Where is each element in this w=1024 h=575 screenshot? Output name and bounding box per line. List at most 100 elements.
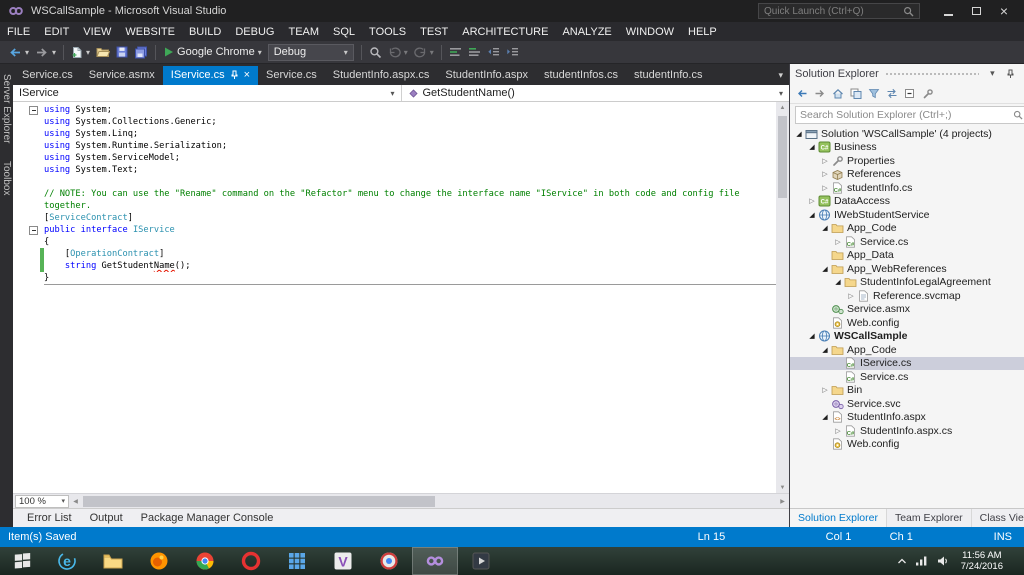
fold-collapse-icon[interactable] xyxy=(29,225,38,235)
redo-button[interactable]: ▾ xyxy=(411,44,437,60)
collapse-icon[interactable]: ◢ xyxy=(820,265,830,273)
code-editor[interactable]: using System; using System.Collections.Ge… xyxy=(13,102,776,493)
tree-item-studentinfo-cs[interactable]: ▷ C# studentInfo.cs xyxy=(790,181,1024,195)
menu-analyze[interactable]: ANALYZE xyxy=(555,24,618,40)
code-line-15[interactable]: } xyxy=(13,272,776,284)
menu-architecture[interactable]: ARCHITECTURE xyxy=(455,24,555,40)
tree-item-dataaccess[interactable]: ▷ C# DataAccess xyxy=(790,195,1024,209)
window-position-button[interactable]: ▾ xyxy=(985,67,999,81)
tree-item-web-config[interactable]: Web.config xyxy=(790,438,1024,452)
collapse-icon[interactable]: ◢ xyxy=(820,224,830,232)
close-icon[interactable]: × xyxy=(244,69,250,81)
home-button[interactable] xyxy=(832,88,844,99)
start-button[interactable] xyxy=(0,547,44,575)
tree-item-app-data[interactable]: App_Data xyxy=(790,249,1024,263)
tree-item-iservice-cs[interactable]: C# IService.cs xyxy=(790,356,1024,370)
code-line-16[interactable] xyxy=(13,284,776,296)
members-dropdown[interactable]: GetStudentName() ▾ xyxy=(402,85,790,101)
menu-help[interactable]: HELP xyxy=(681,24,724,40)
collapse-icon[interactable]: ◢ xyxy=(807,143,817,151)
code-line-8[interactable]: // NOTE: You can use the "Rename" comman… xyxy=(13,188,776,200)
taskbar-v-app-button[interactable]: V xyxy=(320,547,366,575)
scrollbar-thumb[interactable] xyxy=(83,496,435,507)
tree-item-service-asmx[interactable]: Service.asmx xyxy=(790,303,1024,317)
taskbar-visual-studio-button[interactable] xyxy=(412,547,458,575)
tree-item-studentinfolegalagreement[interactable]: ◢ StudentInfoLegalAgreement xyxy=(790,276,1024,290)
code-line-7[interactable] xyxy=(13,176,776,188)
panel-tab-class-view[interactable]: Class View xyxy=(972,509,1024,527)
open-file-button[interactable] xyxy=(93,44,113,60)
tool-tab-server-explorer[interactable]: Server Explorer xyxy=(1,74,12,143)
document-tab-studentinfos-cs[interactable]: studentInfos.cs xyxy=(536,66,626,85)
tree-item-service-cs[interactable]: C# Service.cs xyxy=(790,370,1024,384)
pending-filter-button[interactable] xyxy=(868,88,880,99)
code-line-5[interactable]: using System.ServiceModel; xyxy=(13,152,776,164)
taskbar-clock[interactable]: 11:56 AM 7/24/2016 xyxy=(957,550,1007,572)
code-line-12[interactable]: { xyxy=(13,236,776,248)
expand-icon[interactable]: ▷ xyxy=(820,170,830,178)
code-line-14[interactable]: string GetStudentName(); xyxy=(13,260,776,272)
back-button[interactable] xyxy=(796,88,808,99)
expand-icon[interactable]: ▷ xyxy=(846,292,856,300)
tree-item-reference-svcmap[interactable]: ▷ Reference.svcmap xyxy=(790,289,1024,303)
taskbar-internet-explorer-button[interactable]: e xyxy=(44,547,90,575)
code-line-6[interactable]: using System.Text; xyxy=(13,164,776,176)
menu-sql[interactable]: SQL xyxy=(326,24,362,40)
code-line-2[interactable]: using System.Collections.Generic; xyxy=(13,116,776,128)
expand-icon[interactable]: ▷ xyxy=(820,157,830,165)
save-button[interactable] xyxy=(113,44,131,60)
drag-grip[interactable] xyxy=(884,71,980,76)
quick-launch-box[interactable]: Quick Launch (Ctrl+Q) xyxy=(758,3,920,19)
menu-build[interactable]: BUILD xyxy=(182,24,228,40)
panel-tab-output[interactable]: Output xyxy=(82,510,131,526)
auto-hide-pin-button[interactable] xyxy=(1003,67,1017,81)
tree-item-properties[interactable]: ▷ Properties xyxy=(790,154,1024,168)
tree-item-wscallsample[interactable]: ◢ WSCallSample xyxy=(790,330,1024,344)
taskbar-firefox-button[interactable] xyxy=(136,547,182,575)
menu-team[interactable]: TEAM xyxy=(281,24,326,40)
tree-item-app-code[interactable]: ◢ App_Code xyxy=(790,222,1024,236)
collapse-icon[interactable]: ◢ xyxy=(820,413,830,421)
code-line-3[interactable]: using System.Linq; xyxy=(13,128,776,140)
expand-icon[interactable]: ▷ xyxy=(820,386,830,394)
minimize-button[interactable] xyxy=(934,1,962,21)
close-button[interactable]: × xyxy=(990,1,1018,21)
scroll-left-icon[interactable]: ◀ xyxy=(69,498,82,505)
collapse-all-button[interactable] xyxy=(904,88,916,99)
document-tab-service-cs[interactable]: Service.cs xyxy=(258,66,325,85)
zoom-dropdown[interactable]: 100 % ▾ xyxy=(15,494,69,508)
document-tab-studentinfo-aspx-cs[interactable]: StudentInfo.aspx.cs xyxy=(325,66,438,85)
collapse-icon[interactable]: ◢ xyxy=(820,346,830,354)
fold-collapse-icon[interactable] xyxy=(29,105,38,115)
sync-with-active-document-button[interactable] xyxy=(886,88,898,99)
tree-item-app-code[interactable]: ◢ App_Code xyxy=(790,343,1024,357)
uncomment-button[interactable] xyxy=(465,44,484,60)
scroll-up-icon[interactable]: ▲ xyxy=(776,102,789,113)
expand-icon[interactable]: ▷ xyxy=(820,184,830,192)
tree-item-references[interactable]: ▷ References xyxy=(790,168,1024,182)
start-debug-button[interactable]: Google Chrome ▾ xyxy=(160,44,265,60)
taskbar-app-grid-button[interactable] xyxy=(274,547,320,575)
menu-debug[interactable]: DEBUG xyxy=(228,24,281,40)
vertical-scrollbar[interactable]: ▲ ▼ xyxy=(776,102,789,493)
tree-item-solution-wscallsample-4-projects[interactable]: ◢ Solution 'WSCallSample' (4 projects) xyxy=(790,127,1024,141)
types-dropdown[interactable]: IService ▾ xyxy=(13,85,402,101)
save-all-button[interactable] xyxy=(131,44,151,61)
scroll-right-icon[interactable]: ▶ xyxy=(776,498,789,505)
tree-item-iwebstudentservice[interactable]: ◢ IWebStudentService xyxy=(790,208,1024,222)
panel-tab-team-explorer[interactable]: Team Explorer xyxy=(887,509,972,527)
tree-item-studentinfo-aspx-cs[interactable]: ▷ C# StudentInfo.aspx.cs xyxy=(790,424,1024,438)
tree-item-service-svc[interactable]: Service.svc xyxy=(790,397,1024,411)
expand-icon[interactable]: ▷ xyxy=(807,197,817,205)
panel-tab-package-manager-console[interactable]: Package Manager Console xyxy=(133,510,282,526)
taskbar-file-explorer-button[interactable] xyxy=(90,547,136,575)
solution-search-box[interactable]: Search Solution Explorer (Ctrl+;) ▾ xyxy=(795,106,1024,124)
taskbar-chrome-button[interactable] xyxy=(182,547,228,575)
menu-file[interactable]: FILE xyxy=(0,24,37,40)
menu-view[interactable]: VIEW xyxy=(76,24,118,40)
document-tab-studentinfo-aspx[interactable]: StudentInfo.aspx xyxy=(437,66,536,85)
taskbar-media-player-button[interactable] xyxy=(458,547,504,575)
switch-views-button[interactable] xyxy=(850,88,862,99)
taskbar-opera-button[interactable] xyxy=(228,547,274,575)
collapse-icon[interactable]: ◢ xyxy=(794,130,804,138)
